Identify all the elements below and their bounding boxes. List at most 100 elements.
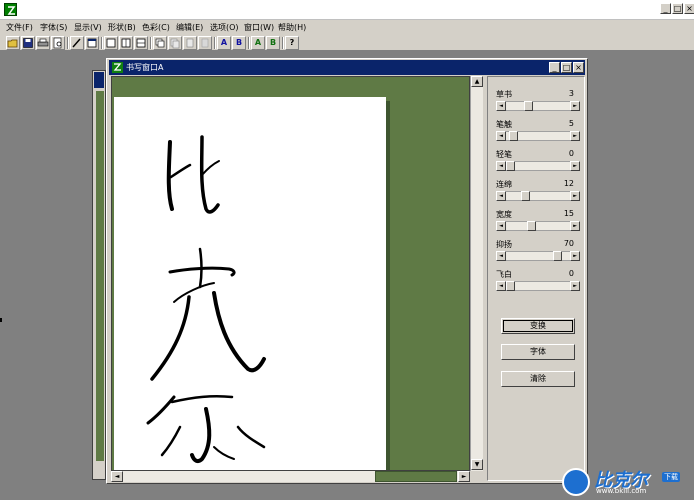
menu-color[interactable]: 色彩(C) [142,21,170,34]
writing-window-titlebar: 书写窗口A _ □ × [109,60,585,75]
watermark-globe-icon [562,468,590,496]
watermark-logo: 比克尔 下载 www.bkill.com [562,466,692,498]
slider-right-icon[interactable]: ► [570,161,580,171]
cursive-slider[interactable]: ◄ ► [496,101,580,111]
slider-left-icon[interactable]: ◄ [496,191,506,201]
background-window-title [94,72,104,88]
control-label: 抑扬 [496,240,512,249]
control-cadence: 抑扬 70 ◄ ► [494,239,580,269]
scroll-right-icon[interactable]: ► [458,471,470,482]
paste-icon[interactable] [183,36,197,50]
slider-left-icon[interactable]: ◄ [496,251,506,261]
font-a-button[interactable]: A [217,36,231,50]
menu-font[interactable]: 字体(S) [40,21,67,34]
vertical-scrollbar[interactable]: ▲ ▼ [470,76,483,471]
writing-window: 书写窗口A _ □ × ▲ ▼ ◄ ► 草书 3 ◄ ► 笔触 5 ◄ ► 轻笔… [106,58,588,484]
stroke-slider[interactable]: ◄ ► [496,131,580,141]
horizontal-scrollbar[interactable]: ◄ ► [111,471,470,482]
cadence-slider[interactable]: ◄ ► [496,251,580,261]
background-window[interactable] [92,70,106,480]
style-b-button[interactable]: B [266,36,280,50]
control-continuity: 连绵 12 ◄ ► [494,179,580,209]
continuity-slider[interactable]: ◄ ► [496,191,580,201]
slider-thumb[interactable] [524,101,533,111]
slider-right-icon[interactable]: ► [570,101,580,111]
control-label: 草书 [496,90,512,99]
control-stroke: 笔触 5 ◄ ► [494,119,580,149]
slider-right-icon[interactable]: ► [570,221,580,231]
menu-edit[interactable]: 编辑(E) [176,21,203,34]
background-window-canvas [96,91,104,461]
save-icon[interactable] [21,36,35,50]
transform-button[interactable]: 变换 [501,318,575,334]
writing-canvas[interactable] [111,76,470,471]
open-folder-icon[interactable] [6,36,20,50]
scroll-up-icon[interactable]: ▲ [471,76,483,87]
menu-file[interactable]: 文件(F) [6,21,33,34]
scroll-left-icon[interactable]: ◄ [111,471,123,482]
paste-alt-icon[interactable] [198,36,212,50]
layout-double-icon[interactable] [119,36,133,50]
child-close-button[interactable]: × [573,62,584,73]
horizontal-scroll-thumb[interactable] [375,471,457,482]
menu-bar: 文件(F) 字体(S) 显示(V) 形状(B) 色彩(C) 编辑(E) 选项(O… [0,20,694,35]
slider-right-icon[interactable]: ► [570,131,580,141]
menu-shape[interactable]: 形状(B) [108,21,136,34]
slider-thumb[interactable] [521,191,530,201]
close-button[interactable]: × [684,3,694,14]
slider-left-icon[interactable]: ◄ [496,161,506,171]
pen-icon[interactable] [70,36,84,50]
slider-thumb[interactable] [506,161,515,171]
control-flying-white: 飞白 0 ◄ ► [494,269,580,299]
control-width: 宽度 15 ◄ ► [494,209,580,239]
font-button[interactable]: 字体 [501,344,575,360]
slider-thumb[interactable] [509,131,518,141]
slider-left-icon[interactable]: ◄ [496,221,506,231]
toolbar: A B A B ? [0,35,694,51]
print-preview-icon[interactable] [51,36,65,50]
clear-button[interactable]: 清除 [501,371,575,387]
child-maximize-button[interactable]: □ [561,62,572,73]
toolbar-separator [67,37,69,49]
toolbar-separator [248,37,250,49]
menu-help[interactable]: 帮助(H) [278,21,306,34]
watermark-url: www.bkill.com [596,487,647,495]
child-minimize-button[interactable]: _ [549,62,560,73]
menu-window[interactable]: 窗口(W) [244,21,274,34]
layout-grid-icon[interactable] [134,36,148,50]
scroll-down-icon[interactable]: ▼ [471,459,483,470]
copy-icon[interactable] [168,36,182,50]
toolbar-separator [101,37,103,49]
font-b-button[interactable]: B [232,36,246,50]
flying-white-slider[interactable]: ◄ ► [496,281,580,291]
slider-thumb[interactable] [553,251,562,261]
minimize-button[interactable]: _ [660,3,671,14]
width-slider[interactable]: ◄ ► [496,221,580,231]
slider-right-icon[interactable]: ► [570,191,580,201]
slider-left-icon[interactable]: ◄ [496,131,506,141]
slider-thumb[interactable] [527,221,536,231]
print-icon[interactable] [36,36,50,50]
light-pen-slider[interactable]: ◄ ► [496,161,580,171]
slider-thumb[interactable] [506,281,515,291]
app-titlebar: _ □ × [0,0,694,20]
help-button[interactable]: ? [285,36,299,50]
control-panel: 草书 3 ◄ ► 笔触 5 ◄ ► 轻笔 0 ◄ ► 连绵 12 ◄ ► 宽度 … [487,76,585,481]
toolbar-separator [214,37,216,49]
layout-single-icon[interactable] [104,36,118,50]
maximize-button[interactable]: □ [672,3,683,14]
paper-sheet[interactable] [114,97,386,470]
slider-left-icon[interactable]: ◄ [496,281,506,291]
menu-options[interactable]: 选项(O) [210,21,239,34]
app-window: _ □ × 文件(F) 字体(S) 显示(V) 形状(B) 色彩(C) 编辑(E… [0,0,694,500]
menu-view[interactable]: 显示(V) [74,21,102,34]
slider-right-icon[interactable]: ► [570,281,580,291]
style-a-button[interactable]: A [251,36,265,50]
slider-left-icon[interactable]: ◄ [496,101,506,111]
control-label: 连绵 [496,180,512,189]
cascade-icon[interactable] [153,36,167,50]
window-icon[interactable] [85,36,99,50]
control-cursive: 草书 3 ◄ ► [494,89,580,119]
control-label: 飞白 [496,270,512,279]
slider-right-icon[interactable]: ► [570,251,580,261]
